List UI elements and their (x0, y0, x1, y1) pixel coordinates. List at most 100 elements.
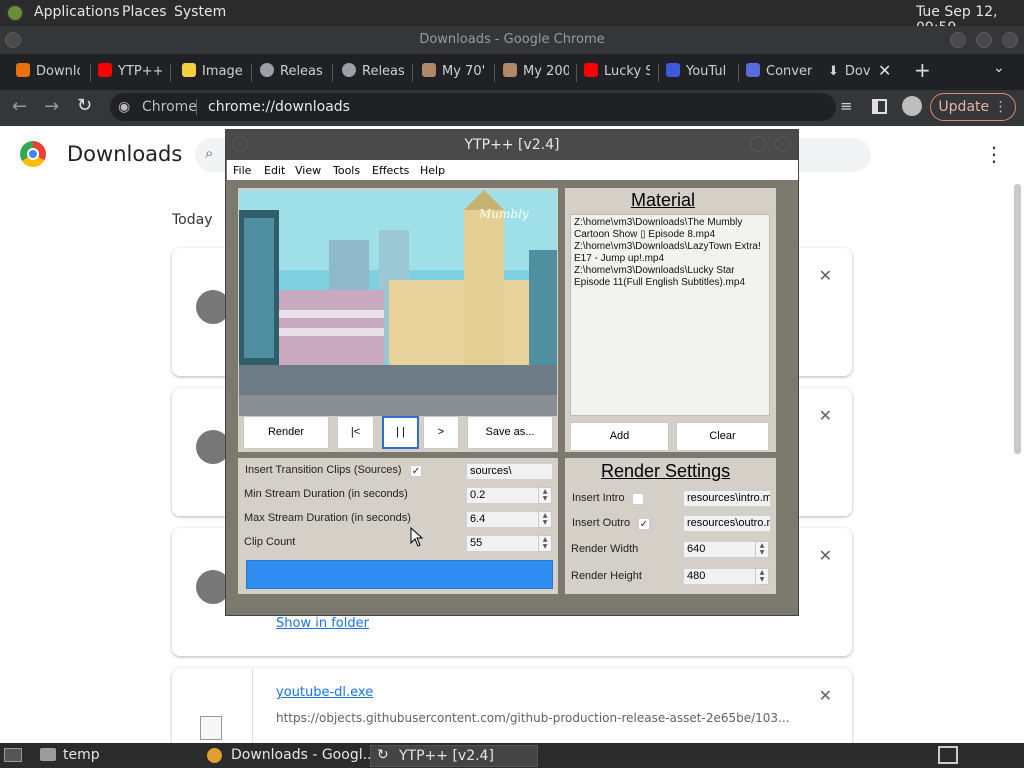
close-tab-icon[interactable]: ✕ (878, 61, 891, 80)
first-frame-button[interactable]: |< (337, 416, 374, 449)
tab-1[interactable]: Downlo (16, 62, 80, 82)
intro-path-field[interactable]: resources\intro.m (683, 490, 771, 507)
menu-effects[interactable]: Effects (372, 164, 409, 177)
tab-8[interactable]: Lucky S (584, 62, 650, 82)
star-icon (182, 63, 196, 77)
exe-file-icon (200, 716, 222, 740)
next-button[interactable]: > (423, 416, 459, 449)
download-icon: ⬇ (828, 64, 839, 79)
insert-intro-checkbox[interactable] (632, 493, 644, 505)
min-duration-spinner[interactable]: ▲ ▼ (538, 487, 552, 504)
applications-menu[interactable]: Applications (34, 4, 120, 20)
close-button[interactable] (1002, 32, 1018, 48)
show-in-folder-link[interactable]: Show in folder (276, 616, 369, 631)
progress-bar (246, 560, 553, 589)
transition-checkbox[interactable]: ✓ (410, 465, 422, 477)
ytp-window-title: YTP++ [v2.4] (464, 137, 560, 153)
places-menu[interactable]: Places (122, 4, 167, 20)
tab-2[interactable]: YTP++ (98, 62, 162, 82)
reload-icon[interactable]: ↻ (77, 95, 92, 116)
material-item[interactable]: Z:\home\vm3\Downloads\Lucky Star Episode… (574, 265, 766, 289)
tab-search-icon[interactable]: ⌄ (993, 60, 1005, 76)
render-height-spinner[interactable]: ▲ ▼ (755, 568, 769, 585)
clip-count-field[interactable]: 55 (466, 535, 539, 552)
omnibox[interactable]: ◉ Chrome chrome://downloads (110, 93, 836, 121)
sources-field[interactable]: sources\ (466, 463, 553, 480)
taskbar-item-chrome[interactable]: Downloads - Googl... (231, 747, 376, 763)
chrome-logo-icon (20, 141, 46, 167)
material-item[interactable]: Z:\home\vm3\Downloads\The Mumbly Cartoon… (574, 217, 766, 241)
minimize-button[interactable] (750, 136, 766, 152)
material-item[interactable]: Z:\home\vm3\Downloads\LazyTown Extra! E1… (574, 241, 766, 265)
max-duration-spinner[interactable]: ▲ ▼ (538, 511, 552, 528)
more-menu-icon[interactable]: ⋮ (984, 142, 1004, 166)
render-width-spinner[interactable]: ▲ ▼ (755, 541, 769, 558)
render-settings-heading: Render Settings (601, 461, 731, 481)
remove-icon[interactable]: ✕ (819, 686, 832, 705)
menu-edit[interactable]: Edit (264, 164, 285, 177)
system-logo-icon[interactable] (6, 4, 24, 22)
render-settings-panel: Render Settings Insert Intro resources\i… (565, 458, 776, 594)
tab-strip: Downlo YTP++ ImageM Releas Releas My 70'… (0, 54, 1024, 90)
youtube-icon (98, 63, 112, 77)
render-button[interactable]: Render (243, 416, 329, 449)
tab-10[interactable]: Conver (746, 62, 812, 82)
tab-5[interactable]: Releas (342, 62, 404, 82)
tab-6[interactable]: My 70' (422, 62, 488, 82)
menu-tools[interactable]: Tools (333, 164, 360, 177)
max-duration-field[interactable]: 6.4 (466, 511, 539, 528)
taskbar-item-temp[interactable]: temp (63, 747, 100, 763)
add-button[interactable]: Add (570, 422, 669, 451)
forward-icon[interactable]: → (44, 96, 59, 117)
chrome-icon (207, 748, 222, 763)
profile-avatar[interactable] (902, 96, 922, 116)
clear-button[interactable]: Clear (676, 422, 769, 451)
taskbar-item-ytp-active[interactable]: ↻ YTP++ [v2.4] (370, 745, 538, 767)
file-name-link[interactable]: youtube-dl.exe (276, 685, 373, 700)
tab-9[interactable]: YouTul (666, 62, 730, 82)
outro-path-field[interactable]: resources\outro.m (683, 515, 771, 532)
transition-label: Insert Transition Clips (Sources) (245, 464, 402, 476)
window-menu-icon[interactable] (5, 32, 21, 48)
new-tab-icon[interactable]: + (914, 58, 931, 82)
side-panel-icon[interactable] (872, 99, 887, 114)
remove-icon[interactable]: ✕ (819, 406, 832, 425)
material-panel: Material Z:\home\vm3\Downloads\The Mumbl… (565, 188, 776, 452)
render-height-label: Render Height (571, 570, 642, 582)
scrollbar-thumb[interactable] (1014, 184, 1021, 454)
material-list[interactable]: Z:\home\vm3\Downloads\The Mumbly Cartoon… (570, 214, 770, 416)
tab-4[interactable]: Releas (260, 62, 324, 82)
save-as-button[interactable]: Save as... (467, 416, 553, 449)
update-button[interactable]: Update ⋮ (930, 93, 1016, 121)
show-desktop-icon[interactable] (4, 748, 22, 762)
render-height-field[interactable]: 480 (683, 568, 756, 585)
url-text[interactable]: chrome://downloads (208, 93, 350, 121)
min-duration-field[interactable]: 0.2 (466, 487, 539, 504)
menu-help[interactable]: Help (420, 164, 445, 177)
minimize-button[interactable] (950, 32, 966, 48)
tab-7[interactable]: My 200 (503, 62, 569, 82)
workspace-switcher[interactable] (938, 746, 958, 764)
remove-icon[interactable]: ✕ (819, 266, 832, 285)
menu-view[interactable]: View (295, 164, 321, 177)
system-menu[interactable]: System (174, 4, 226, 20)
insert-outro-label: Insert Outro (572, 517, 631, 529)
window-menu-icon[interactable] (232, 136, 248, 152)
clip-count-spinner[interactable]: ▲ ▼ (538, 535, 552, 552)
page-title: Downloads (67, 142, 183, 166)
maximize-button[interactable] (976, 32, 992, 48)
close-button[interactable] (775, 136, 791, 152)
render-width-field[interactable]: 640 (683, 541, 756, 558)
date-header: Today (172, 212, 213, 228)
ytp-title-bar: YTP++ [v2.4] (226, 130, 798, 160)
menu-file[interactable]: File (233, 164, 251, 177)
tab-3[interactable]: ImageM (182, 62, 244, 82)
preview-panel: Mumbly Render |< | | > Save as... (238, 188, 558, 452)
pause-button[interactable]: | | (382, 416, 419, 449)
remove-icon[interactable]: ✕ (819, 546, 832, 565)
insert-outro-checkbox[interactable]: ✓ (638, 518, 650, 530)
back-icon[interactable]: ← (12, 96, 27, 117)
media-control-icon[interactable]: ≡ (840, 97, 853, 115)
ytp-app-icon: ↻ (377, 747, 389, 763)
tab-downloads-active[interactable]: ⬇ Dov (828, 62, 874, 82)
